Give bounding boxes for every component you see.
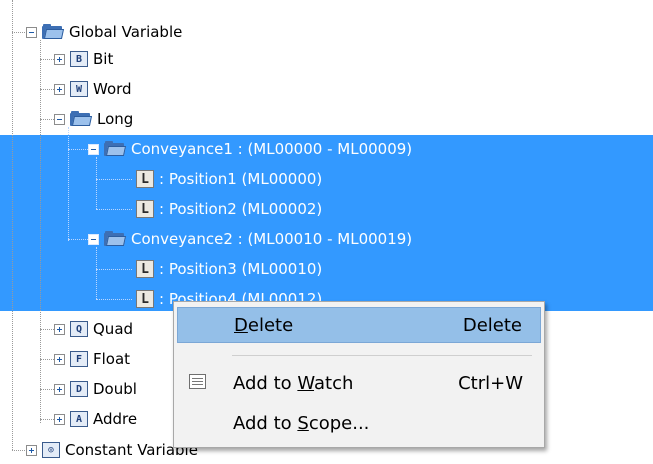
folder-icon [42, 24, 65, 40]
tree-item-label: Long [97, 110, 134, 128]
menu-item-label: Add to Watch [233, 372, 354, 394]
tree-item-global-variable[interactable]: Global Variable [26, 19, 182, 45]
tree-item-position2[interactable]: L : Position2 (ML00002) [136, 196, 322, 222]
tree-item-long[interactable]: Long [54, 106, 133, 132]
long-type-icon: L [136, 200, 154, 218]
folder-icon [70, 111, 93, 127]
collapse-icon[interactable] [26, 26, 37, 38]
menu-item-label: Delete [234, 314, 294, 336]
tree-item-conveyance1[interactable]: Conveyance1 : (ML00000 - ML00009) [88, 136, 412, 162]
menu-item-label: Add to Scope... [233, 412, 370, 434]
expand-icon[interactable] [54, 83, 65, 95]
menu-item-delete[interactable]: Delete Delete [177, 307, 541, 343]
tree-item-address[interactable]: A Addre [54, 406, 137, 432]
tree-item-label: : Position1 (ML00000) [159, 170, 323, 188]
tree-item-label: Word [93, 80, 132, 98]
long-type-icon: L [136, 170, 154, 188]
folder-icon [104, 141, 127, 157]
tree-item-conveyance2[interactable]: Conveyance2 : (ML00010 - ML00019) [88, 226, 412, 252]
constant-icon: ◎ [42, 442, 60, 458]
tree-item-label: Conveyance1 : (ML00000 - ML00009) [131, 140, 413, 158]
tree-item-float[interactable]: F Float [54, 346, 130, 372]
tree-item-bit[interactable]: B Bit [54, 46, 113, 72]
tree-item-label: Addre [93, 410, 138, 428]
tree-item-label: Global Variable [69, 23, 183, 41]
collapse-icon[interactable] [88, 233, 99, 245]
address-type-icon: A [70, 411, 88, 427]
menu-separator [232, 355, 532, 356]
tree-item-quad[interactable]: Q Quad [54, 316, 133, 342]
tree-item-word[interactable]: W Word [54, 76, 132, 102]
tree-item-label: Doubl [93, 380, 137, 398]
tree-item-label: Float [93, 350, 131, 368]
expand-icon[interactable] [54, 323, 65, 335]
expand-icon[interactable] [26, 444, 37, 456]
context-menu: Delete Delete Add to Watch Ctrl+W Add to… [173, 301, 545, 448]
expand-icon[interactable] [54, 353, 65, 365]
tree-item-label: : Position2 (ML00002) [159, 200, 323, 218]
double-type-icon: D [70, 381, 88, 397]
expand-icon[interactable] [54, 413, 65, 425]
menu-item-shortcut: Ctrl+W [458, 372, 523, 394]
tree-item-label: Quad [93, 320, 134, 338]
collapse-icon[interactable] [88, 143, 99, 155]
tree-item-position3[interactable]: L : Position3 (ML00010) [136, 256, 322, 282]
tree-item-double[interactable]: D Doubl [54, 376, 137, 402]
word-type-icon: W [70, 81, 88, 97]
watch-icon [189, 374, 206, 389]
float-type-icon: F [70, 351, 88, 367]
menu-item-add-to-scope[interactable]: Add to Scope... [177, 405, 541, 441]
quad-type-icon: Q [70, 321, 88, 337]
menu-item-shortcut: Delete [462, 314, 522, 336]
long-type-icon: L [136, 290, 154, 308]
expand-icon[interactable] [54, 383, 65, 395]
bit-type-icon: B [70, 51, 88, 67]
tree-item-label: Bit [93, 50, 114, 68]
expand-icon[interactable] [54, 53, 65, 65]
menu-item-add-to-watch[interactable]: Add to Watch Ctrl+W [177, 365, 541, 401]
folder-icon [104, 231, 127, 247]
tree-item-position1[interactable]: L : Position1 (ML00000) [136, 166, 322, 192]
tree-item-label: : Position3 (ML00010) [159, 260, 323, 278]
long-type-icon: L [136, 260, 154, 278]
collapse-icon[interactable] [54, 113, 65, 125]
tree-item-label: Conveyance2 : (ML00010 - ML00019) [131, 230, 413, 248]
